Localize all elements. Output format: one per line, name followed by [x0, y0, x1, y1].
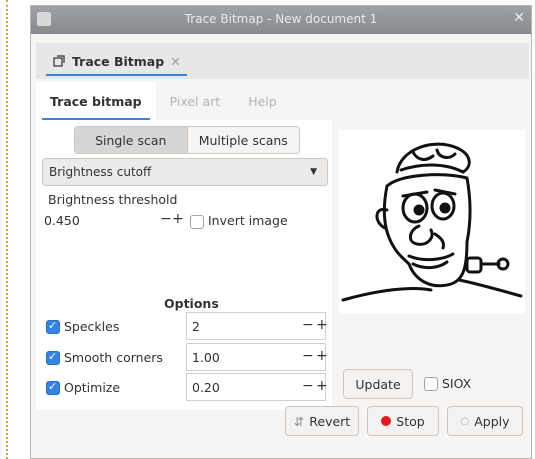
multiple-scans-button[interactable]: Multiple scans: [186, 127, 299, 153]
trace-preview-image: [339, 130, 525, 314]
speckles-minus-button[interactable]: −: [302, 317, 314, 333]
optimize-label: Optimize: [64, 380, 121, 395]
update-button[interactable]: Update: [343, 369, 413, 399]
tab-pixel-art[interactable]: Pixel art: [156, 82, 235, 120]
smooth-corners-checkbox[interactable]: [46, 350, 60, 365]
speckles-input[interactable]: 2: [192, 319, 200, 334]
threshold-minus-button[interactable]: −: [160, 211, 172, 227]
dock-tab-close-icon[interactable]: ✕: [170, 54, 180, 69]
dotted-guide: [6, 0, 8, 459]
dock-tab-trace-bitmap[interactable]: Trace Bitmap ✕: [42, 48, 191, 76]
options-heading: Options: [164, 296, 219, 311]
speckles-label: Speckles: [64, 319, 120, 334]
invert-image-checkbox[interactable]: [190, 215, 204, 229]
scan-mode-toggle: Single scan Multiple scans: [74, 126, 300, 154]
revert-icon: ⇵: [293, 413, 305, 429]
tab-trace-bitmap[interactable]: Trace bitmap: [36, 82, 156, 120]
title-bar[interactable]: Trace Bitmap - New document 1 ✕: [31, 6, 531, 34]
close-window-button[interactable]: ✕: [513, 10, 525, 26]
revert-button[interactable]: ⇵ Revert: [285, 406, 359, 436]
optimize-input[interactable]: 0.20: [192, 380, 220, 395]
optimize-plus-button[interactable]: +: [316, 378, 328, 394]
active-tab-indicator: [46, 74, 187, 76]
smooth-corners-minus-button[interactable]: −: [302, 348, 314, 364]
trace-settings-panel: Single scan Multiple scans Brightness cu…: [36, 120, 332, 410]
stop-button[interactable]: Stop: [367, 406, 439, 436]
chevron-down-icon: ▼: [310, 167, 317, 177]
optimize-minus-button[interactable]: −: [302, 378, 314, 394]
speckles-checkbox[interactable]: [46, 319, 60, 334]
smooth-corners-input[interactable]: 1.00: [192, 350, 220, 365]
cartoon-head-preview: [341, 142, 523, 302]
method-dropdown-value: Brightness cutoff: [49, 165, 152, 179]
single-scan-button[interactable]: Single scan: [75, 127, 187, 153]
siox-label: SIOX: [442, 376, 472, 391]
apply-button[interactable]: ○ Apply: [447, 406, 523, 436]
smooth-corners-plus-button[interactable]: +: [316, 348, 328, 364]
siox-checkbox[interactable]: [424, 377, 438, 391]
stop-icon: [381, 416, 392, 426]
method-dropdown[interactable]: Brightness cutoff ▼: [42, 158, 328, 186]
dock-tab-bar: Trace Bitmap ✕: [36, 43, 529, 79]
threshold-plus-button[interactable]: +: [172, 211, 184, 227]
dock-tab-label: Trace Bitmap: [72, 53, 165, 69]
tab-help[interactable]: Help: [234, 82, 291, 120]
threshold-label: Brightness threshold: [48, 192, 178, 207]
threshold-input[interactable]: 0.450: [44, 213, 80, 228]
subtab-bar: Trace bitmap Pixel art Help: [36, 82, 332, 120]
window-title: Trace Bitmap - New document 1: [184, 12, 378, 26]
speckles-plus-button[interactable]: +: [316, 317, 328, 333]
trace-bitmap-icon: [53, 55, 65, 67]
optimize-checkbox[interactable]: [46, 380, 60, 395]
smooth-corners-label: Smooth corners: [64, 350, 163, 365]
apply-icon: ○: [460, 415, 470, 427]
stop-label: Stop: [396, 413, 425, 429]
apply-label: Apply: [474, 413, 510, 429]
trace-bitmap-window: Trace Bitmap - New document 1 ✕ Trace Bi…: [30, 5, 532, 459]
invert-image-label: Invert image: [208, 213, 288, 228]
revert-label: Revert: [309, 413, 351, 429]
